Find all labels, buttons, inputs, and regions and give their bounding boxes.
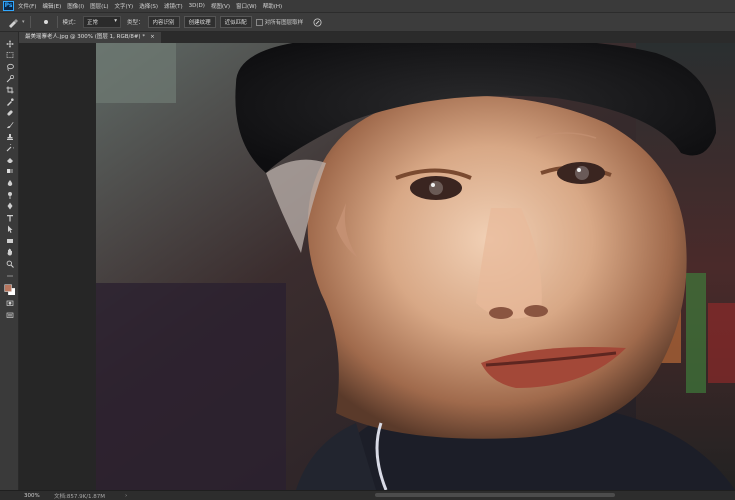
blur-icon — [7, 179, 12, 186]
tool-button-history-brush[interactable] — [0, 142, 19, 154]
eyedropper-icon — [6, 98, 14, 106]
tool-button-gradient[interactable] — [0, 166, 19, 178]
chevron-down-icon: ▾ — [114, 18, 118, 24]
horizontal-scrollbar-thumb[interactable] — [375, 493, 615, 497]
more-icon — [6, 275, 13, 277]
document-info: 文档:857.9K/1.87M — [54, 493, 106, 500]
tool-button-marquee[interactable] — [0, 50, 19, 62]
gradient-icon — [6, 169, 13, 174]
canvas-area[interactable] — [19, 43, 735, 490]
menu-file[interactable]: 文件(F) — [18, 2, 36, 10]
zoom-level[interactable]: 300% — [24, 493, 54, 499]
sample-all-layers-label: 对所有图层取样 — [264, 20, 304, 26]
rectangle-icon — [6, 238, 13, 243]
tools-panel — [0, 32, 19, 490]
history-brush-icon — [6, 144, 14, 152]
color-swatch-icon — [4, 284, 15, 295]
tool-button-zoom[interactable] — [0, 258, 19, 270]
quick-select-icon — [6, 74, 14, 82]
pressure-toggle[interactable] — [311, 15, 323, 29]
tool-button-hand[interactable] — [0, 247, 19, 259]
screen-mode-icon — [6, 312, 13, 318]
tool-button-rectangle[interactable] — [0, 235, 19, 247]
tool-list — [0, 38, 18, 321]
menu-help[interactable]: 帮助(H) — [263, 2, 282, 10]
type-label: 类型： — [127, 20, 144, 26]
zoom-icon — [6, 260, 14, 268]
tool-button-brush[interactable] — [0, 119, 19, 131]
sample-all-layers-checkbox[interactable] — [255, 18, 263, 26]
clone-stamp-icon — [6, 133, 13, 140]
crop-icon — [6, 86, 13, 94]
menu-type[interactable]: 文字(Y) — [115, 2, 134, 10]
tool-button-quick-mask[interactable] — [0, 297, 19, 309]
document-tab[interactable]: 最美瑶寨老人.jpg @ 300% (图层 1, RGB/8#) * × — [19, 32, 161, 43]
tool-button-crop[interactable] — [0, 84, 19, 96]
divider — [56, 16, 58, 28]
eraser-icon — [6, 157, 13, 163]
lasso-icon — [6, 63, 14, 71]
document-tab-bar: 最美瑶寨老人.jpg @ 300% (图层 1, RGB/8#) * × — [19, 32, 735, 43]
tool-button-more[interactable] — [0, 270, 19, 282]
info-menu-arrow[interactable]: › — [125, 493, 127, 499]
tool-button-healing-brush[interactable] — [0, 108, 19, 120]
tool-button-quick-select[interactable] — [0, 73, 19, 85]
quick-mask-icon — [6, 300, 13, 307]
tool-button-lasso[interactable] — [0, 61, 19, 73]
menu-bar: Ps 文件(F) 编辑(E) 图像(I) 图层(L) 文字(Y) 选择(S) 滤… — [0, 0, 735, 12]
create-texture-button[interactable]: 创建纹理 — [183, 16, 216, 28]
portrait-photo[interactable] — [96, 43, 735, 490]
pen-icon — [7, 202, 12, 210]
chevron-down-icon[interactable]: ▾ — [22, 19, 25, 25]
proximity-match-button[interactable]: 近似匹配 — [219, 16, 252, 28]
tool-button-dodge[interactable] — [0, 189, 19, 201]
tool-button-screen-mode[interactable] — [0, 309, 19, 321]
brush-icon — [6, 121, 13, 129]
brush-dot-icon — [43, 20, 48, 24]
tool-button-path-select[interactable] — [0, 224, 19, 236]
status-bar: 300% 文档:857.9K/1.87M › — [0, 490, 735, 500]
dodge-icon — [7, 191, 12, 199]
pen-pressure-icon — [313, 18, 322, 26]
close-icon[interactable]: × — [150, 32, 155, 43]
spot-healing-brush-icon — [9, 19, 18, 28]
mode-select[interactable]: 正常 ▾ — [83, 16, 122, 28]
move-icon — [5, 39, 14, 48]
path-select-icon — [7, 225, 12, 234]
content-aware-button[interactable]: 内容识别 — [147, 16, 180, 28]
tool-button-color-swatch[interactable] — [0, 281, 19, 297]
type-icon — [6, 214, 13, 222]
options-bar: ▾ 模式： 正常 ▾ 类型： 内容识别 创建纹理 近似匹配 对所有图层取样 — [0, 12, 735, 32]
hand-icon — [7, 249, 12, 256]
tool-button-clone-stamp[interactable] — [0, 131, 19, 143]
menu-window[interactable]: 窗口(W) — [236, 2, 257, 10]
mode-label: 模式： — [62, 20, 80, 26]
photoshop-logo[interactable]: Ps — [3, 1, 14, 11]
tool-button-blur[interactable] — [0, 177, 19, 189]
tool-button-eyedropper[interactable] — [0, 96, 19, 108]
menu-select[interactable]: 选择(S) — [139, 2, 158, 10]
tool-button-type[interactable] — [0, 212, 19, 224]
tool-button-pen[interactable] — [0, 200, 19, 212]
tool-button-eraser[interactable] — [0, 154, 19, 166]
menu-edit[interactable]: 编辑(E) — [42, 2, 61, 10]
tool-preset-picker[interactable] — [4, 15, 22, 29]
menu-image[interactable]: 图像(I) — [67, 2, 84, 10]
menu-3d[interactable]: 3D(D) — [189, 3, 205, 9]
divider — [29, 16, 31, 28]
mode-value: 正常 — [87, 20, 99, 26]
menu-view[interactable]: 视图(V) — [211, 2, 230, 10]
brush-size-picker[interactable] — [40, 15, 52, 29]
menu-layer[interactable]: 图层(L) — [90, 2, 108, 10]
marquee-icon — [6, 52, 13, 59]
menu-filter[interactable]: 滤镜(T) — [164, 2, 183, 10]
healing-brush-icon — [6, 110, 13, 116]
document-tab-title: 最美瑶寨老人.jpg @ 300% (图层 1, RGB/8#) * — [25, 34, 146, 40]
tool-button-move[interactable] — [0, 38, 19, 50]
